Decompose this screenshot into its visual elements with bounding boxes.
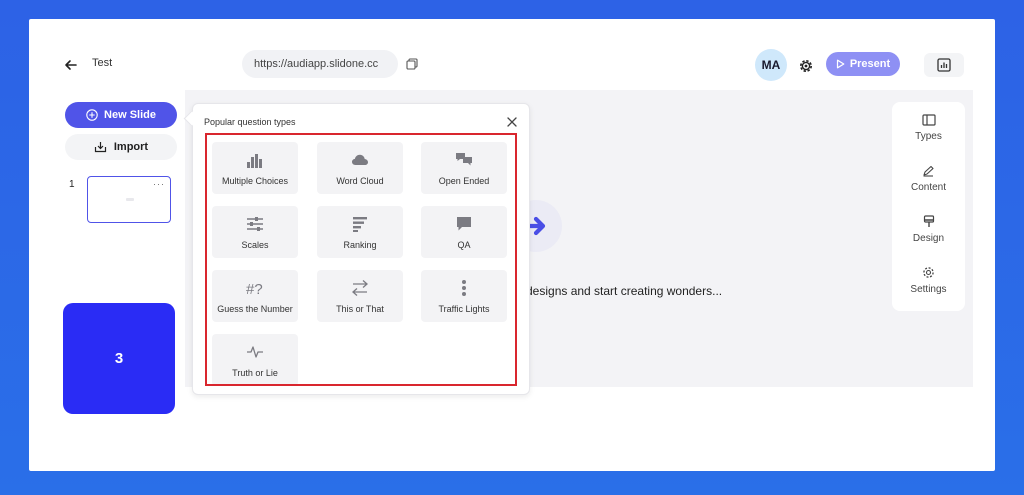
canvas-hint-text: designs and start creating wonders... — [526, 284, 723, 298]
close-icon[interactable] — [506, 116, 518, 128]
gear-icon — [923, 267, 934, 278]
user-avatar[interactable]: MA — [755, 49, 787, 81]
slide-menu-icon[interactable]: ··· — [153, 179, 165, 189]
editor-side-panel: Types Content Design Settings — [892, 102, 965, 311]
content-label: Content — [910, 182, 947, 193]
new-slide-button[interactable]: New Slide — [65, 102, 177, 128]
share-url-field[interactable]: https://audiapp.slidone.cc — [242, 50, 398, 78]
new-slide-label: New Slide — [104, 109, 156, 121]
import-label: Import — [113, 141, 149, 153]
types-tab[interactable]: Types — [892, 114, 965, 142]
paint-icon — [923, 215, 934, 227]
settings-label: Settings — [910, 284, 947, 295]
step-number-badge: 3 — [63, 303, 175, 414]
pen-icon — [923, 165, 934, 177]
settings-gear-icon[interactable] — [797, 57, 815, 75]
content-tab[interactable]: Content — [892, 165, 965, 193]
copy-icon[interactable] — [406, 58, 418, 70]
settings-tab[interactable]: Settings — [892, 266, 965, 295]
download-icon — [94, 142, 106, 153]
popup-title: Popular question types — [204, 117, 296, 127]
document-title[interactable]: Test — [92, 57, 112, 69]
design-label: Design — [912, 233, 945, 244]
question-types-highlight-box — [205, 133, 517, 386]
chart-icon — [937, 58, 951, 72]
design-tab[interactable]: Design — [892, 215, 965, 244]
slide-thumbnail[interactable]: ··· — [87, 176, 171, 223]
present-label: Present — [849, 58, 891, 70]
present-button[interactable]: Present — [826, 52, 900, 76]
import-button[interactable]: Import — [65, 134, 177, 160]
play-icon — [836, 59, 845, 69]
results-button[interactable] — [924, 53, 964, 77]
slide-number: 1 — [69, 179, 75, 190]
plus-circle-icon — [86, 109, 98, 121]
back-arrow-icon[interactable] — [62, 56, 80, 74]
types-icon — [921, 114, 936, 126]
thumbnail-content — [126, 198, 134, 201]
types-label: Types — [915, 131, 942, 142]
